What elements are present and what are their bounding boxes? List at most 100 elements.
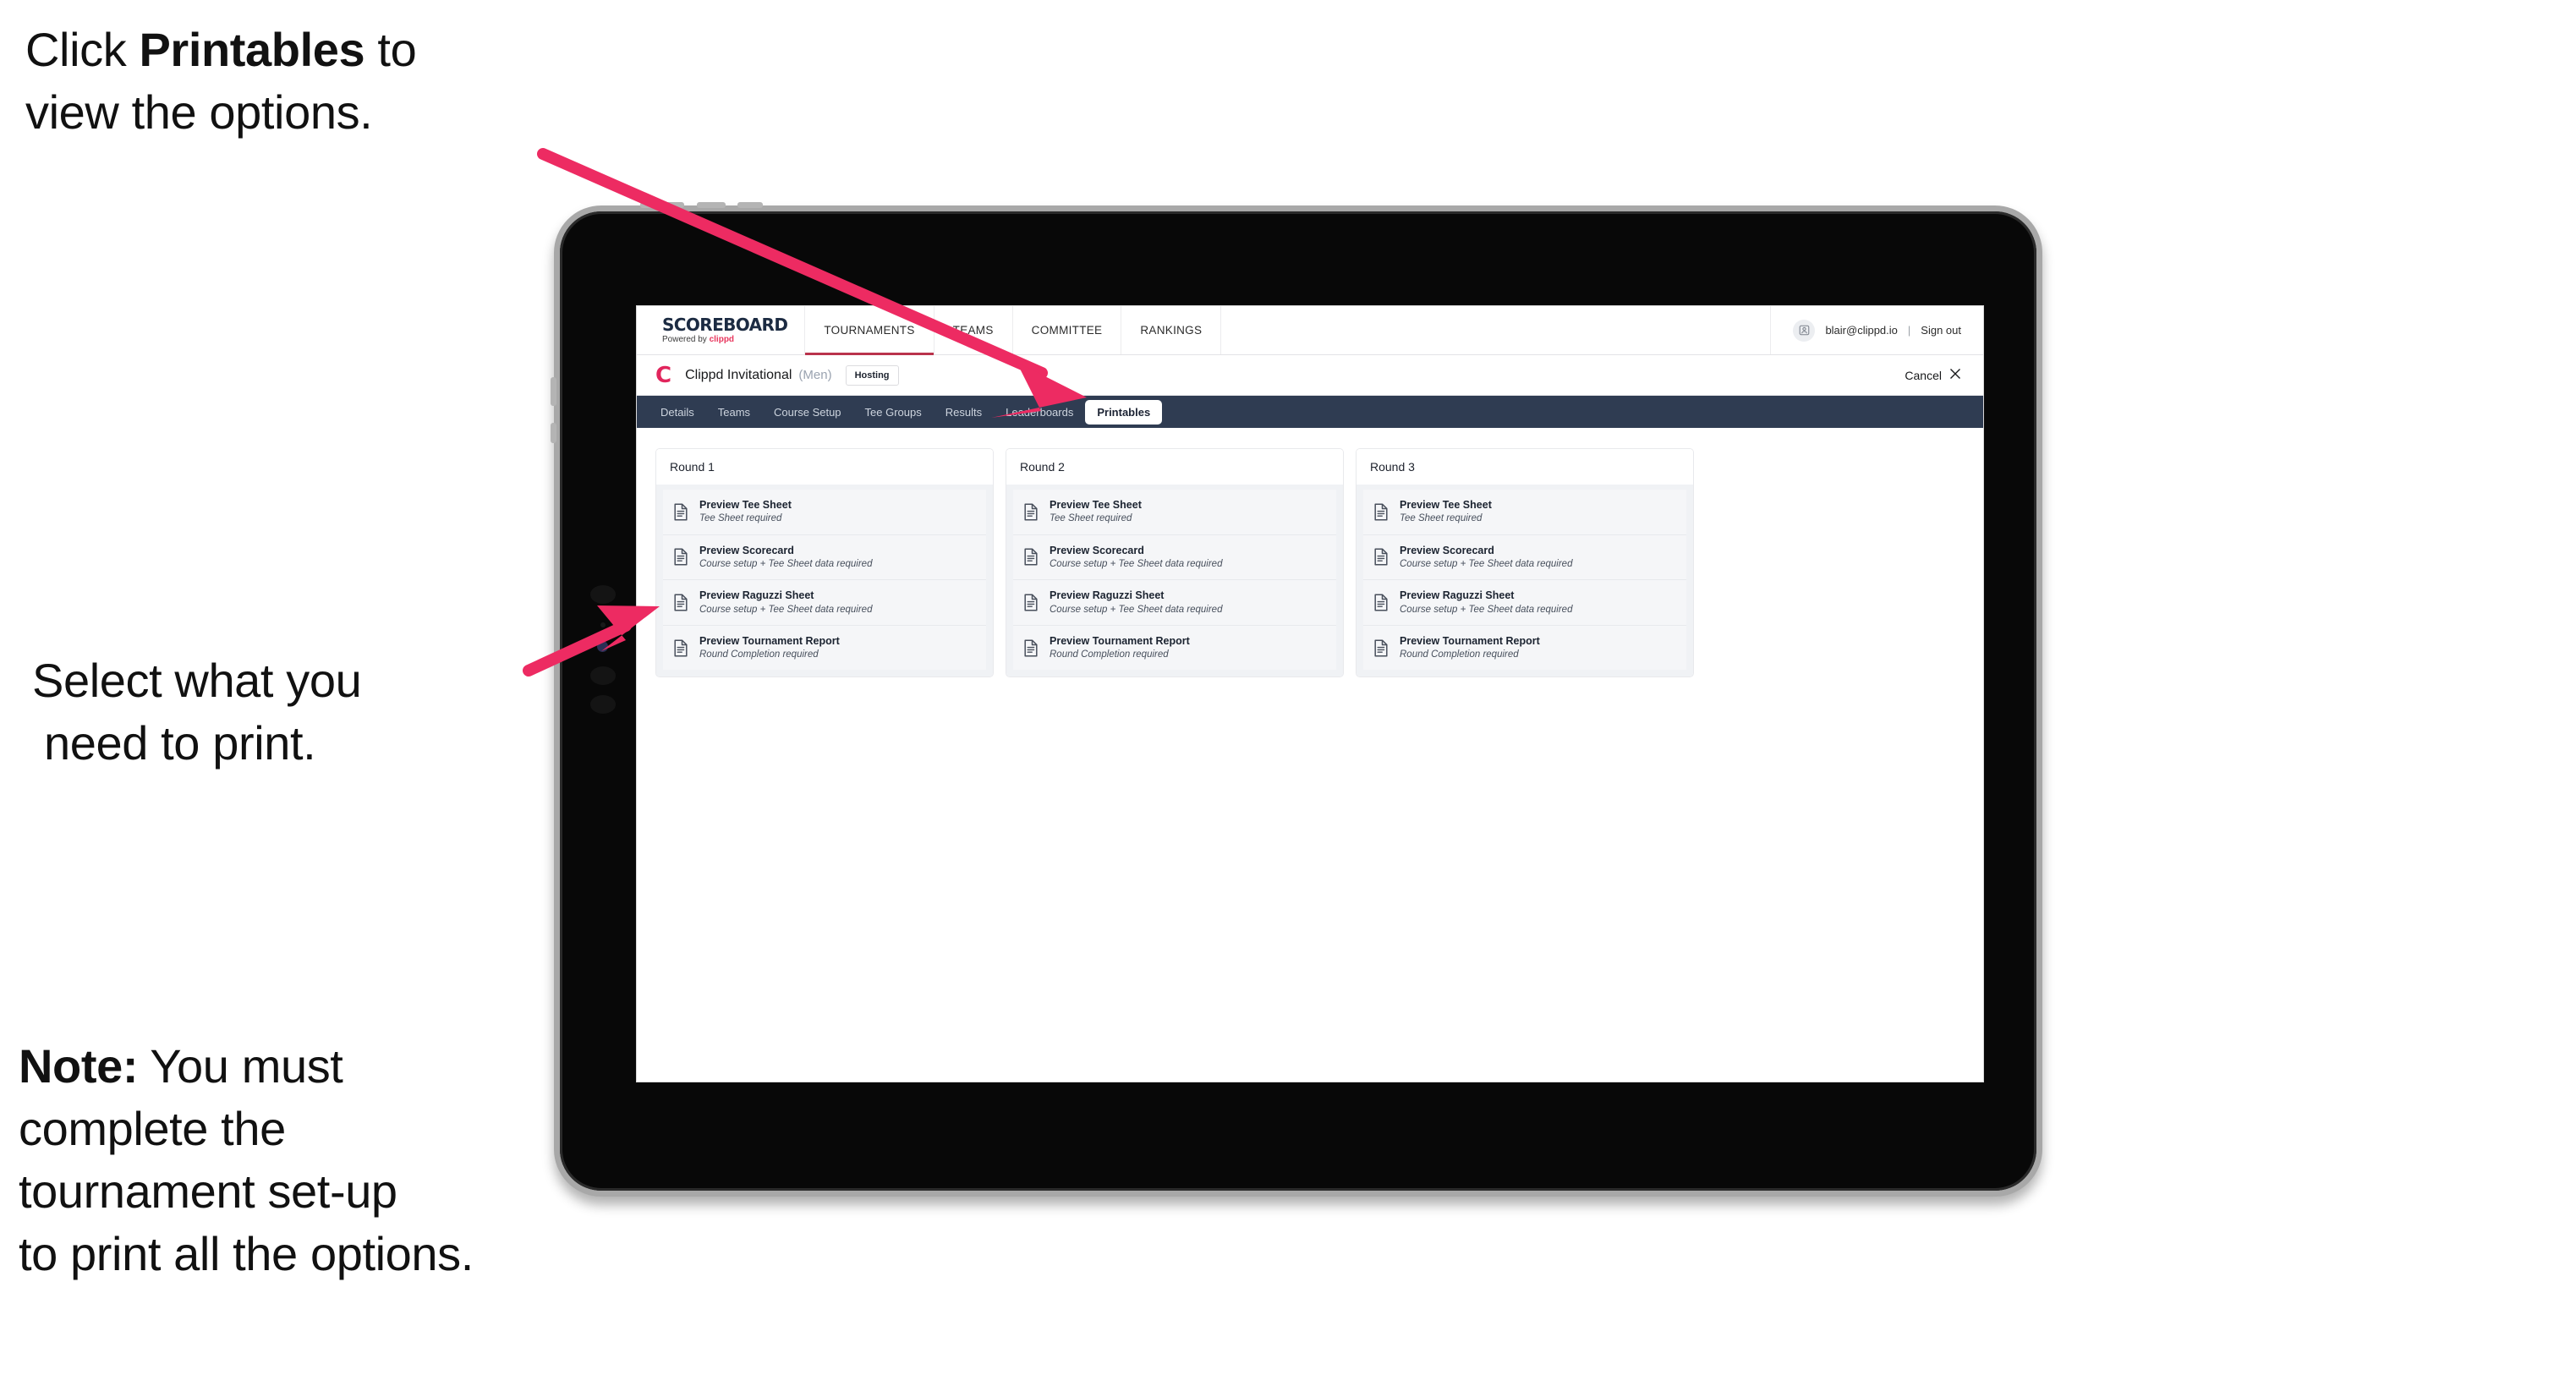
tab-leaderboards[interactable]: Leaderboards — [994, 400, 1085, 425]
round-items-list: Preview Tee Sheet Tee Sheet required Previ… — [656, 485, 993, 677]
printable-item-title: Preview Raguzzi Sheet — [1400, 589, 1515, 602]
printable-item[interactable]: Preview Scorecard Course setup + Tee Shee… — [663, 534, 986, 581]
printable-item[interactable]: Preview Raguzzi Sheet Course setup + Tee … — [1013, 580, 1336, 626]
printable-item-text: Preview Scorecard Course setup + Tee Shee… — [1050, 545, 1222, 571]
tab-tee-groups-label: Tee Groups — [864, 405, 922, 419]
tablet-sensor-dot — [600, 622, 606, 627]
tablet-speaker-dot-3 — [590, 695, 616, 714]
tab-results[interactable]: Results — [934, 400, 994, 425]
topnav-item-rankings[interactable]: RANKINGS — [1121, 306, 1222, 354]
page-root: Click Printables to view the options. Sel… — [0, 0, 2576, 1386]
tab-teams[interactable]: Teams — [706, 400, 762, 425]
scoreboard-logo[interactable]: SCOREBOARD Powered by clippd — [637, 306, 806, 354]
printable-item[interactable]: Preview Tournament Report Round Completio… — [663, 625, 986, 671]
printable-item-requirement: Tee Sheet required — [1050, 513, 1132, 524]
round-header: Round 2 — [1006, 449, 1343, 485]
annotation-step-1-line2: view the options. — [25, 85, 373, 139]
printable-item-title: Preview Raguzzi Sheet — [699, 589, 814, 602]
tab-leaderboards-label: Leaderboards — [1006, 405, 1074, 419]
tablet-camera-dot — [597, 641, 608, 652]
printable-item[interactable]: Preview Scorecard Course setup + Tee Shee… — [1363, 534, 1686, 581]
annotation-step-1: Click Printables to view the options. — [25, 19, 584, 144]
printable-item-requirement: Round Completion required — [1400, 649, 1519, 660]
section-tab-bar: Details Teams Course Setup Tee Groups Re… — [637, 396, 1983, 428]
document-icon — [1373, 503, 1389, 521]
printable-item-title: Preview Tournament Report — [699, 634, 840, 647]
printable-item-text: Preview Tee Sheet Tee Sheet required — [1400, 499, 1492, 525]
tab-tee-groups[interactable]: Tee Groups — [853, 400, 934, 425]
printable-item-text: Preview Tournament Report Round Completio… — [699, 635, 840, 661]
printable-item-requirement: Round Completion required — [699, 649, 819, 660]
tablet-side-button-1 — [551, 377, 556, 406]
printable-item[interactable]: Preview Tournament Report Round Completio… — [1013, 625, 1336, 671]
topnav-label-teams: TEAMS — [952, 324, 994, 337]
printable-item[interactable]: Preview Scorecard Course setup + Tee Shee… — [1013, 534, 1336, 581]
tablet-top-button-3 — [737, 202, 763, 208]
status-badge: Hosting — [845, 364, 899, 386]
document-icon — [1023, 594, 1039, 611]
topnav-label-committee: COMMITTEE — [1031, 324, 1103, 337]
user-email: blair@clippd.io — [1825, 324, 1898, 337]
tab-printables[interactable]: Printables — [1085, 399, 1163, 425]
tab-printables-label: Printables — [1097, 405, 1151, 419]
printable-item[interactable]: Preview Tee Sheet Tee Sheet required — [1013, 490, 1336, 535]
tab-course-setup[interactable]: Course Setup — [762, 400, 853, 425]
printable-item-requirement: Course setup + Tee Sheet data required — [1400, 604, 1573, 615]
printable-item[interactable]: Preview Raguzzi Sheet Course setup + Tee … — [1363, 580, 1686, 626]
printable-item-requirement: Round Completion required — [1050, 649, 1169, 660]
topnav-item-teams[interactable]: TEAMS — [934, 306, 1013, 354]
user-avatar-icon[interactable] — [1793, 319, 1816, 342]
printables-content: Round 1 Preview Tee Sheet Tee Sheet requir… — [637, 428, 1983, 1082]
annotation-note-line4: to print all the options. — [19, 1226, 474, 1280]
annotation-step-1-prefix: Click — [25, 23, 140, 76]
printable-item-text: Preview Scorecard Course setup + Tee Shee… — [699, 545, 872, 571]
annotation-step-2: Select what you need to print. — [32, 649, 556, 775]
document-icon — [1023, 548, 1039, 566]
printable-item[interactable]: Preview Raguzzi Sheet Course setup + Tee … — [663, 580, 986, 626]
document-icon — [673, 548, 688, 566]
user-account-area: blair@clippd.io | Sign out — [1771, 306, 1983, 354]
printable-item-requirement: Course setup + Tee Sheet data required — [699, 558, 873, 569]
printable-item-title: Preview Scorecard — [1050, 544, 1144, 556]
printable-item[interactable]: Preview Tee Sheet Tee Sheet required — [1363, 490, 1686, 535]
close-icon — [1949, 368, 1961, 382]
printable-item-requirement: Tee Sheet required — [699, 513, 782, 524]
printable-item-title: Preview Tournament Report — [1050, 634, 1190, 647]
tournament-header-bar: C Clippd Invitational (Men) Hosting Canc… — [637, 355, 1983, 396]
tab-course-setup-label: Course Setup — [774, 405, 841, 419]
cancel-button[interactable]: Cancel — [1905, 368, 1961, 382]
brand-powered-prefix: Powered by — [662, 335, 710, 344]
printable-item[interactable]: Preview Tournament Report Round Completio… — [1363, 625, 1686, 671]
round-column: Round 3 Preview Tee Sheet Tee Sheet requir… — [1356, 448, 1694, 678]
printable-item-text: Preview Raguzzi Sheet Course setup + Tee … — [699, 589, 872, 616]
annotation-step-1-bold: Printables — [139, 23, 365, 76]
topnav-item-committee[interactable]: COMMITTEE — [1013, 306, 1122, 354]
annotation-step-2-line2: need to print. — [44, 715, 316, 770]
document-icon — [673, 594, 688, 611]
round-items-list: Preview Tee Sheet Tee Sheet required Previ… — [1006, 485, 1343, 677]
tablet-top-button-2 — [697, 202, 726, 208]
tab-details[interactable]: Details — [649, 400, 706, 425]
user-separator: | — [1907, 324, 1911, 337]
printable-item-requirement: Tee Sheet required — [1400, 513, 1483, 524]
annotation-note-line2: complete the — [19, 1101, 286, 1155]
topnav-label-rankings: RANKINGS — [1140, 324, 1203, 337]
tab-results-label: Results — [945, 405, 983, 419]
printable-item-requirement: Course setup + Tee Sheet data required — [1400, 558, 1573, 569]
sign-out-link[interactable]: Sign out — [1921, 324, 1961, 337]
topnav-spacer — [1221, 306, 1772, 354]
brand-subtitle: Powered by clippd — [662, 336, 787, 344]
printable-item-requirement: Course setup + Tee Sheet data required — [699, 604, 873, 615]
top-navigation-bar: SCOREBOARD Powered by clippd TOURNAMENTS… — [637, 306, 1983, 355]
tablet-screen: SCOREBOARD Powered by clippd TOURNAMENTS… — [637, 306, 1983, 1082]
printable-item[interactable]: Preview Tee Sheet Tee Sheet required — [663, 490, 986, 535]
printable-item-text: Preview Tournament Report Round Completio… — [1050, 635, 1190, 661]
printable-item-text: Preview Raguzzi Sheet Course setup + Tee … — [1400, 589, 1572, 616]
round-column: Round 1 Preview Tee Sheet Tee Sheet requir… — [655, 448, 994, 678]
round-header: Round 1 — [656, 449, 993, 485]
document-icon — [673, 503, 688, 521]
printable-item-title: Preview Tee Sheet — [699, 499, 792, 511]
topnav-item-tournaments[interactable]: TOURNAMENTS — [805, 306, 934, 355]
tablet-speaker-dot-1 — [590, 585, 616, 604]
document-icon — [1023, 503, 1039, 521]
